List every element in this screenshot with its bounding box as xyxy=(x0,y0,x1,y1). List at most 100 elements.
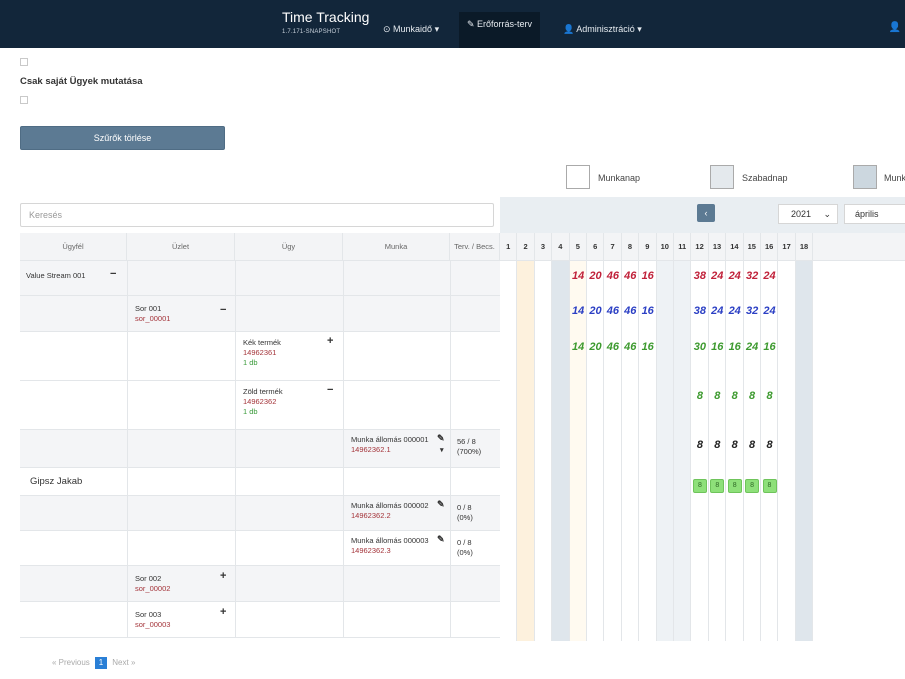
day-column xyxy=(708,261,727,641)
column-header[interactable]: Ügy xyxy=(235,233,343,261)
hours-value: 38 xyxy=(693,270,707,282)
hours-value: 24 xyxy=(745,341,759,353)
table-row xyxy=(20,296,500,332)
hours-value: 46 xyxy=(624,270,637,282)
search-input[interactable] xyxy=(20,203,494,227)
col-divider xyxy=(127,430,128,468)
hours-value: 8 xyxy=(749,439,756,451)
filter-checkbox-top[interactable] xyxy=(20,58,28,66)
caret-down-icon[interactable]: ▾ xyxy=(440,446,444,454)
pencil-icon[interactable]: ✎ xyxy=(437,433,445,444)
col-divider xyxy=(450,566,451,602)
col-divider xyxy=(127,602,128,638)
day-header: 10 xyxy=(656,233,674,261)
day-header: 14 xyxy=(726,233,744,261)
work-name: Munka állomás 000003 xyxy=(351,536,429,545)
day-column xyxy=(552,261,570,641)
legend-workday-label: Munkanap xyxy=(598,173,641,183)
col-divider xyxy=(450,430,451,468)
day-header: 8 xyxy=(621,233,640,261)
pager-next[interactable]: Next » xyxy=(112,658,135,667)
hours-value: 14 xyxy=(571,341,585,353)
plan-percent: (0%) xyxy=(457,548,473,557)
pager-previous[interactable]: « Previous xyxy=(52,658,90,667)
column-header[interactable]: Munka xyxy=(343,233,450,261)
month-select[interactable]: április xyxy=(844,204,905,224)
column-header[interactable]: Terv. / Becs. xyxy=(450,233,500,261)
pager-current[interactable]: 1 xyxy=(95,657,108,669)
app-brand[interactable]: Time Tracking xyxy=(282,9,369,25)
hours-badge[interactable]: 8 xyxy=(727,479,742,493)
deal-name: Sor 001 xyxy=(135,304,162,313)
col-divider xyxy=(235,496,236,531)
prev-month-button[interactable]: ‹ xyxy=(697,204,715,222)
year-select[interactable]: 2021 ⌄ xyxy=(778,204,838,224)
pencil-icon[interactable]: ✎ xyxy=(437,534,445,545)
hours-badge[interactable]: 8 xyxy=(745,479,760,493)
clear-filters-button[interactable]: Szűrők törlése xyxy=(20,126,225,150)
collapse-icon[interactable]: − xyxy=(220,304,226,316)
top-navbar: Time Tracking 1.7.171-SNAPSHOT ⊙ Munkaid… xyxy=(0,0,905,48)
hours-value: 16 xyxy=(728,341,741,353)
deal-name: Sor 003 xyxy=(135,610,162,619)
nav-eroforras-terv[interactable]: ✎ Erőforrás-terv xyxy=(459,12,541,48)
day-column xyxy=(674,261,692,641)
col-divider xyxy=(235,296,236,332)
person-name: Gipsz Jakab xyxy=(30,476,83,487)
hours-value: 16 xyxy=(641,341,654,353)
work-name: Munka állomás 000001 xyxy=(351,435,429,444)
table-row xyxy=(20,602,500,638)
day-column xyxy=(761,261,779,641)
day-column xyxy=(656,261,674,641)
column-header[interactable]: Ügyfél xyxy=(20,233,127,261)
nav-adminisztracio[interactable]: 👤 Adminisztráció ▾ xyxy=(563,24,642,35)
hours-value: 24 xyxy=(711,270,724,282)
day-column xyxy=(795,261,814,641)
day-column xyxy=(726,261,744,641)
expand-icon[interactable]: + xyxy=(327,335,333,347)
hours-value: 8 xyxy=(731,439,738,451)
deal-code: sor_00001 xyxy=(135,314,171,323)
expand-icon[interactable]: + xyxy=(220,606,226,618)
col-divider xyxy=(127,296,128,332)
work-name: Munka állomás 000002 xyxy=(351,501,429,510)
col-divider xyxy=(450,296,451,332)
col-divider xyxy=(127,566,128,602)
own-cases-checkbox[interactable] xyxy=(20,96,28,104)
col-divider xyxy=(127,332,128,381)
hours-value: 20 xyxy=(589,305,602,317)
col-divider xyxy=(450,332,451,381)
hours-value: 16 xyxy=(641,270,654,282)
col-divider xyxy=(127,531,128,566)
hours-value: 46 xyxy=(606,341,620,353)
plan-value: 56 / 8 xyxy=(457,437,476,446)
case-code: 14962362 xyxy=(243,397,277,406)
collapse-icon[interactable]: − xyxy=(110,268,116,280)
hours-value: 8 xyxy=(766,390,773,402)
day-header: 16 xyxy=(761,233,779,261)
collapse-icon[interactable]: − xyxy=(327,384,333,396)
case-qty: 1 db xyxy=(243,407,258,416)
hours-badge[interactable]: 8 xyxy=(692,479,707,493)
hours-value: 8 xyxy=(766,439,773,451)
chevron-down-icon: ⌄ xyxy=(823,209,832,219)
pencil-icon[interactable]: ✎ xyxy=(437,499,445,510)
client-name: Value Stream 001 xyxy=(26,271,86,280)
day-header: 2 xyxy=(517,233,535,261)
work-code: 14962362.2 xyxy=(351,511,391,520)
hours-value: 16 xyxy=(641,305,654,317)
hours-value: 8 xyxy=(696,390,703,402)
col-divider xyxy=(343,566,344,602)
nav-munkaido[interactable]: ⊙ Munkaidő ▾ xyxy=(383,24,439,35)
day-column xyxy=(604,261,622,641)
hours-badge[interactable]: 8 xyxy=(762,479,777,493)
col-divider xyxy=(450,602,451,638)
legend-dayoff-swatch xyxy=(710,165,734,189)
user-icon[interactable]: 👤 xyxy=(889,22,901,33)
column-header[interactable]: Üzlet xyxy=(127,233,235,261)
hours-badge[interactable]: 8 xyxy=(710,479,725,493)
col-divider xyxy=(343,496,344,531)
legend-dayoff-label: Szabadnap xyxy=(742,173,788,183)
expand-icon[interactable]: + xyxy=(220,570,226,582)
app-version: 1.7.171-SNAPSHOT xyxy=(282,29,341,35)
